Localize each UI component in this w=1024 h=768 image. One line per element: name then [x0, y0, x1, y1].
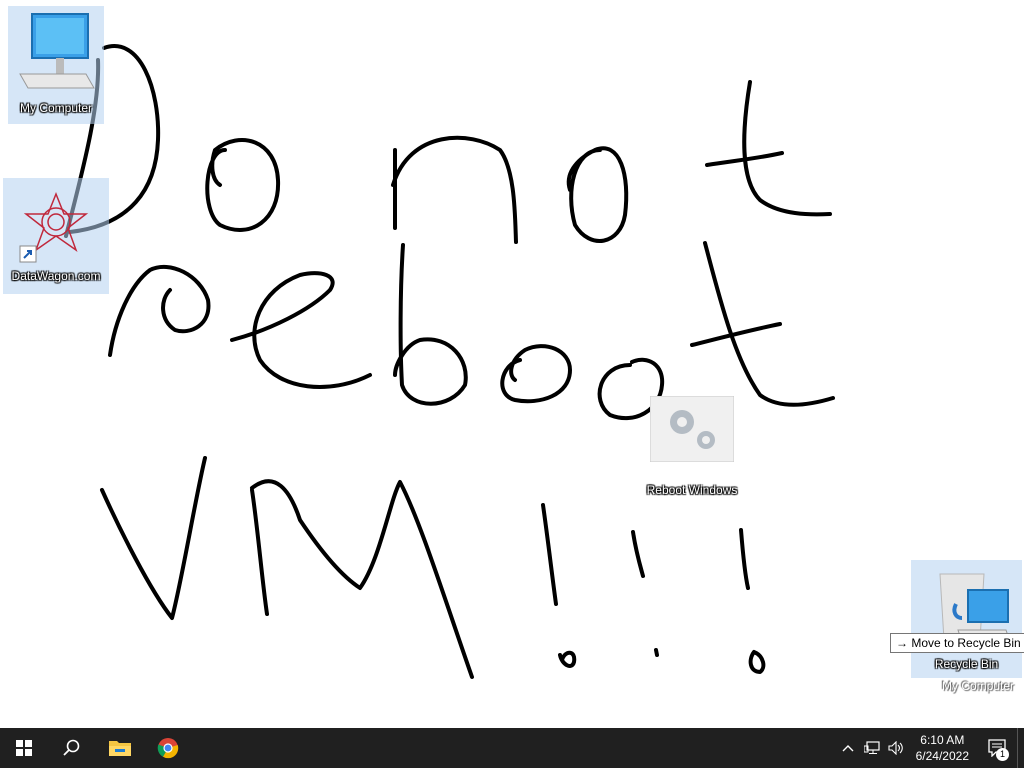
icon-label: Reboot Windows — [646, 483, 738, 497]
network-icon — [863, 741, 880, 754]
gears-icon — [649, 395, 735, 463]
clock[interactable]: 6:10 AM 6/24/2022 — [908, 732, 977, 764]
file-explorer-icon — [109, 741, 131, 756]
show-desktop-button[interactable] — [1017, 728, 1024, 768]
system-tray: 6:10 AM 6/24/2022 1 — [836, 728, 1024, 768]
icon-label: Recycle Bin — [934, 657, 999, 671]
computer-icon — [19, 13, 95, 89]
windows-start-icon — [16, 740, 32, 756]
desktop-icon-reboot-windows[interactable]: Reboot Windows — [644, 394, 740, 497]
file-explorer-button[interactable] — [96, 728, 144, 768]
action-center-button[interactable]: 1 — [977, 728, 1017, 768]
datawagon-icon — [19, 191, 89, 263]
desktop[interactable]: My Computer DataWagon.com Reboot Windows… — [0, 0, 1024, 728]
dragged-item-label: My Computer — [942, 679, 1015, 693]
chrome-button[interactable] — [144, 728, 192, 768]
show-hidden-icons-button[interactable] — [836, 728, 860, 768]
desktop-icon-datawagon[interactable]: DataWagon.com — [3, 178, 109, 294]
icon-label: DataWagon.com — [11, 269, 101, 283]
chevron-up-icon — [842, 745, 854, 752]
handwritten-note — [64, 44, 835, 679]
desktop-icon-recycle-bin[interactable]: Recycle Bin — [911, 560, 1022, 678]
volume-button[interactable] — [884, 728, 908, 768]
network-button[interactable] — [860, 728, 884, 768]
search-icon — [63, 739, 80, 756]
taskbar: 6:10 AM 6/24/2022 1 — [0, 728, 1024, 768]
clock-time: 6:10 AM — [920, 733, 965, 747]
chrome-icon — [157, 738, 179, 759]
clock-date: 6/24/2022 — [915, 749, 969, 763]
icon-label: My Computer — [19, 101, 93, 115]
start-button[interactable] — [0, 728, 48, 768]
desktop-icon-my-computer[interactable]: My Computer — [8, 6, 104, 124]
notification-count-badge: 1 — [996, 748, 1009, 761]
drag-tooltip: → Move to Recycle Bin — [890, 633, 1024, 653]
search-button[interactable] — [48, 728, 96, 768]
speaker-icon — [888, 741, 903, 755]
